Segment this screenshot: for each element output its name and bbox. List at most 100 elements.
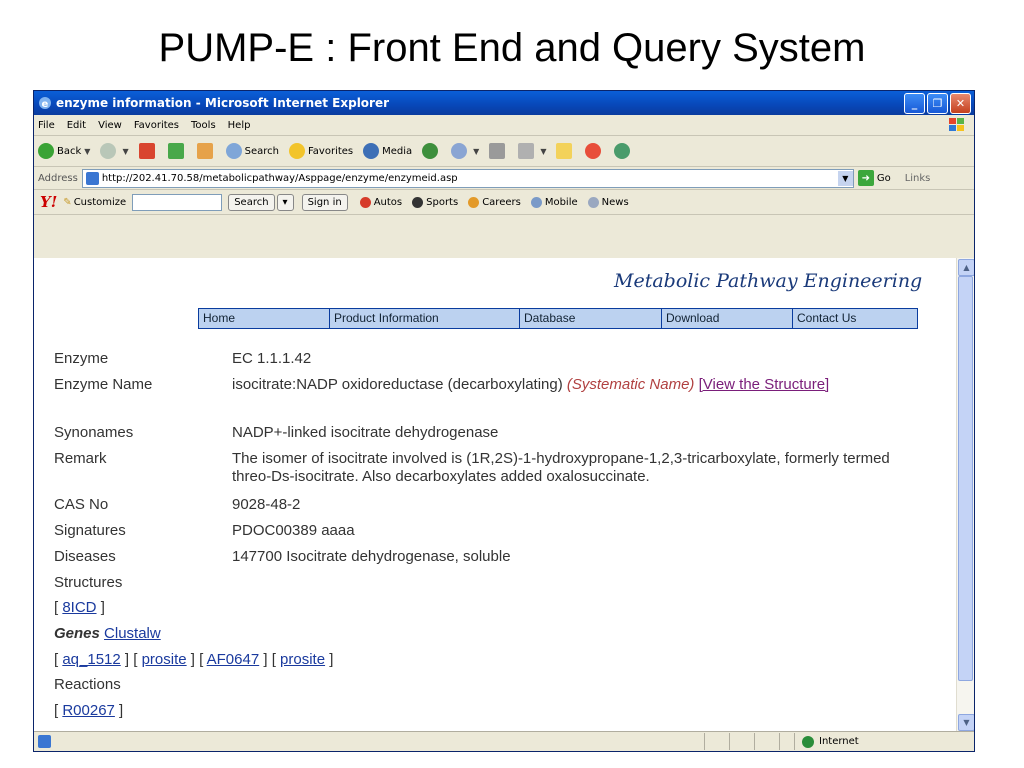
prosite-link-2[interactable]: prosite bbox=[280, 651, 325, 668]
address-input[interactable]: http://202.41.70.58/metabolicpathway/Asp… bbox=[81, 168, 854, 188]
careers-icon bbox=[468, 196, 480, 208]
gene-links-line: [ aq_1512 ] [ prosite ] [ AF0647 ] [ pro… bbox=[54, 651, 334, 668]
history-button[interactable] bbox=[422, 143, 441, 159]
history-icon bbox=[422, 143, 439, 159]
menu-edit[interactable]: Edit bbox=[67, 120, 86, 131]
reaction-r00267-link[interactable]: R00267 bbox=[62, 702, 115, 719]
reactions-label: Reactions bbox=[54, 676, 121, 693]
yahoo-careers[interactable]: Careers bbox=[468, 196, 521, 208]
favorites-button[interactable]: Favorites bbox=[288, 143, 353, 159]
search-icon bbox=[225, 143, 242, 159]
enzyme-name-value: isocitrate:NADP oxidoreductase (decarbox… bbox=[232, 376, 567, 393]
mail-button[interactable]: ▼ bbox=[451, 143, 479, 159]
menu-help[interactable]: Help bbox=[228, 120, 251, 131]
synonames-value: NADP+-linked isocitrate dehydrogenase bbox=[232, 424, 499, 441]
menu-tools[interactable]: Tools bbox=[191, 120, 216, 131]
diseases-label: Diseases bbox=[54, 548, 116, 565]
scroll-thumb[interactable] bbox=[958, 276, 973, 681]
go-button[interactable]: ➜ Go bbox=[857, 170, 891, 186]
messenger-button[interactable] bbox=[585, 143, 604, 159]
scroll-down-icon[interactable]: ▼ bbox=[958, 714, 974, 731]
clustalw-link[interactable]: Clustalw bbox=[104, 625, 161, 642]
globe-icon bbox=[802, 735, 814, 748]
car-icon bbox=[359, 196, 371, 208]
links-button[interactable]: Links bbox=[905, 173, 931, 184]
stop-button[interactable] bbox=[138, 143, 158, 159]
menu-favorites[interactable]: Favorites bbox=[134, 120, 179, 131]
nav-product-information[interactable]: Product Information bbox=[330, 309, 520, 328]
folder-icon bbox=[556, 143, 573, 159]
view-structure-link[interactable]: [View the Structure] bbox=[699, 376, 830, 393]
sign-in-button[interactable]: Sign in bbox=[301, 193, 348, 211]
cas-value: 9028-48-2 bbox=[232, 496, 301, 513]
stop-icon bbox=[138, 143, 155, 159]
back-button[interactable]: Back ▼ bbox=[38, 143, 90, 159]
forward-arrow-icon bbox=[100, 143, 117, 159]
slide-title: PUMP-E : Front End and Query System bbox=[158, 26, 866, 70]
forward-button[interactable]: ▼ bbox=[100, 143, 129, 159]
edit-button[interactable]: ▼ bbox=[518, 143, 546, 159]
menu-view[interactable]: View bbox=[98, 120, 122, 131]
structures-line: [ 8ICD ] bbox=[54, 599, 105, 616]
nav-database[interactable]: Database bbox=[520, 309, 662, 328]
vertical-scrollbar[interactable]: ▲ ▼ bbox=[956, 258, 974, 732]
browser-window: e enzyme information - Microsoft Interne… bbox=[33, 90, 975, 752]
genes-label: Genes bbox=[54, 625, 100, 642]
yahoo-search-dropdown[interactable]: ▾ bbox=[276, 193, 294, 211]
menu-file[interactable]: File bbox=[38, 120, 55, 131]
structures-label: Structures bbox=[54, 574, 123, 591]
remark-value: The isomer of isocitrate involved is (1R… bbox=[232, 450, 890, 485]
yahoo-logo[interactable]: Y! bbox=[40, 193, 57, 211]
signatures-value: PDOC00389 aaaa bbox=[232, 522, 355, 539]
address-dropdown-icon[interactable]: ▼ bbox=[837, 170, 853, 186]
maximize-button[interactable]: ❐ bbox=[927, 92, 948, 114]
svg-text:e: e bbox=[42, 99, 49, 110]
site-nav: Home Product Information Database Downlo… bbox=[198, 308, 918, 329]
structure-8icd-link[interactable]: 8ICD bbox=[62, 599, 96, 616]
nav-download[interactable]: Download bbox=[662, 309, 793, 328]
address-label: Address bbox=[38, 172, 78, 184]
site-brand: Metabolic Pathway Engineering bbox=[614, 270, 923, 292]
media-button[interactable]: Media bbox=[363, 143, 412, 159]
home-button[interactable] bbox=[196, 143, 216, 159]
menu-bar: File Edit View Favorites Tools Help bbox=[34, 115, 974, 136]
minimize-button[interactable]: _ bbox=[904, 92, 925, 114]
gene-link-aq-1512[interactable]: aq_1512 bbox=[62, 651, 120, 668]
close-button[interactable]: ✕ bbox=[950, 92, 971, 114]
news-icon bbox=[587, 196, 599, 208]
gene-link-af0647[interactable]: AF0647 bbox=[207, 651, 260, 668]
remark-label: Remark bbox=[54, 450, 107, 467]
address-bar: Address http://202.41.70.58/metabolicpat… bbox=[34, 167, 974, 190]
url-text: http://202.41.70.58/metabolicpathway/Asp… bbox=[101, 172, 458, 184]
go-arrow-icon: ➜ bbox=[857, 170, 874, 186]
enzyme-name-label: Enzyme Name bbox=[54, 376, 153, 393]
yahoo-sports[interactable]: Sports bbox=[412, 196, 458, 208]
messenger-icon bbox=[585, 143, 602, 159]
synonames-label: Synonames bbox=[54, 424, 134, 441]
yahoo-mobile[interactable]: Mobile bbox=[530, 196, 578, 208]
refresh-button[interactable] bbox=[167, 143, 187, 159]
prosite-link-1[interactable]: prosite bbox=[142, 651, 187, 668]
print-button[interactable] bbox=[489, 143, 508, 159]
status-bar: Internet bbox=[34, 731, 974, 751]
customize-button[interactable]: Customize bbox=[74, 197, 127, 208]
yahoo-autos[interactable]: Autos bbox=[359, 196, 402, 208]
search-button[interactable]: Search bbox=[225, 143, 279, 159]
nav-contact-us[interactable]: Contact Us bbox=[793, 309, 917, 328]
enzyme-label: Enzyme bbox=[54, 350, 109, 367]
yahoo-search-input[interactable] bbox=[132, 193, 223, 211]
scroll-up-icon[interactable]: ▲ bbox=[958, 259, 974, 276]
mail-icon bbox=[451, 143, 468, 159]
discuss-button[interactable] bbox=[556, 143, 575, 159]
status-page-icon bbox=[38, 735, 51, 748]
diseases-value: 147700 Isocitrate dehydrogenase, soluble bbox=[232, 548, 511, 565]
nav-home[interactable]: Home bbox=[199, 309, 330, 328]
cas-label: CAS No bbox=[54, 496, 109, 513]
media-icon bbox=[363, 143, 380, 159]
yahoo-search-button[interactable]: Search bbox=[228, 193, 275, 211]
genes-line: Genes Clustalw bbox=[54, 625, 161, 642]
systematic-name-note: (Systematic Name) bbox=[566, 376, 695, 393]
research-button[interactable] bbox=[614, 143, 633, 159]
yahoo-news[interactable]: News bbox=[587, 196, 629, 208]
back-arrow-icon bbox=[38, 143, 54, 159]
